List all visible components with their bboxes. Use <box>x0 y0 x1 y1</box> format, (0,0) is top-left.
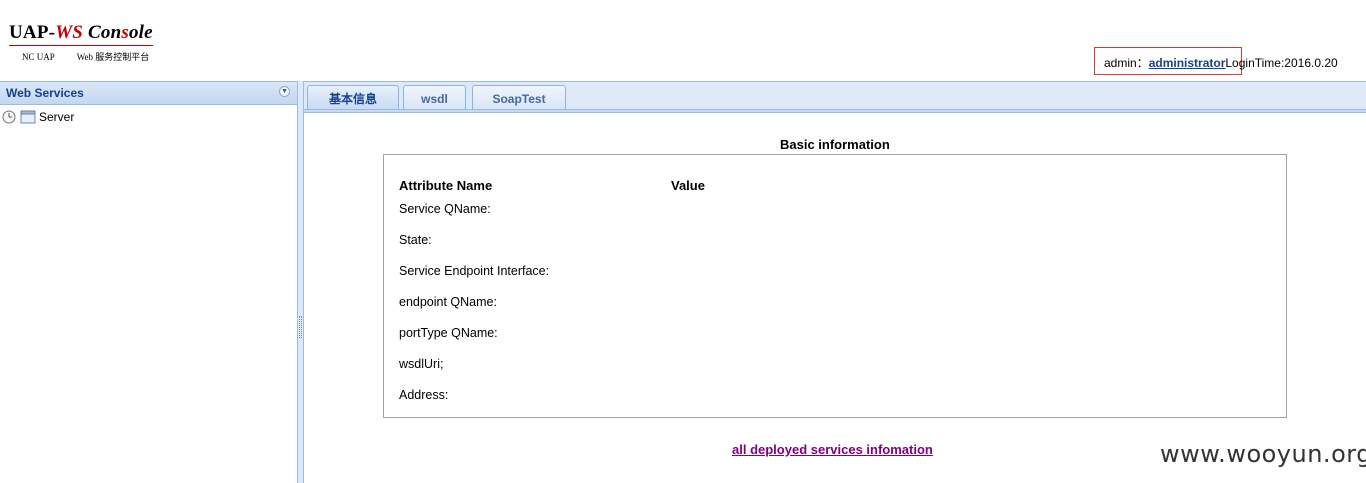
tab-basic-info[interactable]: 基本信息 <box>307 85 399 112</box>
sidebar-panel: Web Services ▼ Server <box>0 81 298 483</box>
all-services-link[interactable]: all deployed services infomation <box>732 442 933 457</box>
splitter-grip <box>299 316 302 338</box>
attr-address: Address: <box>399 388 449 402</box>
attr-service-qname: Service QName: <box>399 202 491 216</box>
attr-porttype-qname: portType QName: <box>399 326 498 340</box>
column-header-attribute: Attribute Name <box>399 178 493 193</box>
attr-wsdl-uri: wsdlUri; <box>399 357 444 371</box>
tab-bar: 基本信息 wsdl SoapTest <box>304 81 1366 112</box>
attr-state: State: <box>399 233 432 247</box>
info-table: Attribute Name Value Service QName: Stat… <box>383 154 1287 418</box>
clock-icon <box>2 110 16 124</box>
sidebar-header: Web Services ▼ <box>0 81 297 105</box>
user-prefix: admin： <box>1104 56 1149 70</box>
sidebar-title: Web Services <box>6 86 84 100</box>
tab-soaptest[interactable]: SoapTest <box>472 85 566 111</box>
tree-item-label: Server <box>39 110 75 124</box>
column-header-value: Value <box>671 178 705 193</box>
attr-endpoint-qname: endpoint QName: <box>399 295 497 309</box>
tree-item-server[interactable]: Server <box>2 108 74 126</box>
server-icon <box>20 110 36 124</box>
collapse-icon[interactable]: ▼ <box>279 86 290 97</box>
user-info: admin：administratorLoginTime:2016.0.20 <box>1104 54 1338 71</box>
user-link[interactable]: administrator <box>1149 56 1226 70</box>
attr-endpoint-interface: Service Endpoint Interface: <box>399 264 550 278</box>
watermark: www.wooyun.org <box>1160 440 1366 468</box>
login-time: LoginTime:2016.0.20 <box>1225 56 1338 70</box>
section-title: Basic information <box>780 137 890 152</box>
app-logo: UAP-WS Console NC UAP Web 服务控制平台 <box>9 22 171 63</box>
tab-wsdl[interactable]: wsdl <box>403 85 466 111</box>
main-content: Basic information Attribute Name Value S… <box>304 113 1366 483</box>
logo-title: UAP-WS Console <box>9 22 153 46</box>
logo-subtitle: NC UAP Web 服务控制平台 <box>22 52 150 62</box>
